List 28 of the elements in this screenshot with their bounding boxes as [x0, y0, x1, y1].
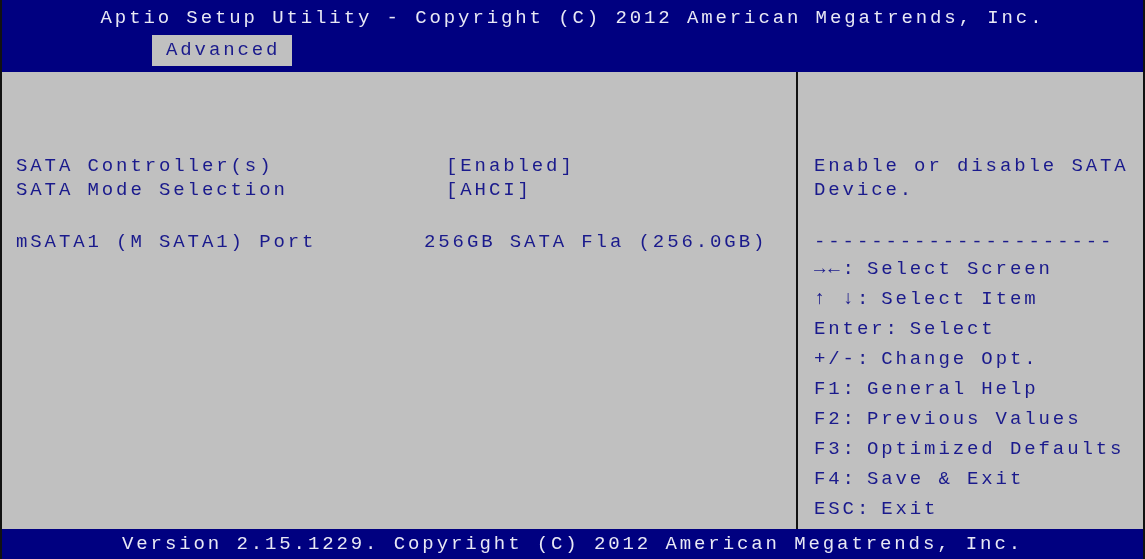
key-action: Save & Exit — [866, 467, 1025, 492]
key-name: F4: — [814, 467, 857, 492]
key-action: General Help — [866, 377, 1039, 402]
key-name: ESC: — [814, 497, 872, 522]
menu-tab[interactable]: Advanced — [152, 35, 293, 66]
setting-label[interactable]: SATA Controller(s) — [16, 154, 446, 178]
key-action: Optimized Defaults — [866, 437, 1125, 462]
key-name: F1: — [814, 377, 857, 402]
key-name: ↑ ↓: — [814, 287, 872, 312]
help-text: Enable or disable SATA Device. — [814, 154, 1130, 202]
key-name: →←: — [814, 257, 857, 282]
key-name: F2: — [814, 407, 857, 432]
key-name: +/-: — [814, 347, 872, 372]
info-label: mSATA1 (M SATA1) Port — [16, 230, 318, 254]
key-action: Exit — [881, 497, 939, 522]
setting-value[interactable]: [Enabled] — [446, 154, 575, 178]
key-action: Select — [909, 317, 996, 342]
window-title: Aptio Setup Utility - Copyright (C) 2012 American Megatrends, Inc. — [100, 7, 1045, 31]
info-value: 256GB SATA Fla (256.0GB) — [424, 230, 768, 254]
key-action: Select Item — [881, 287, 1039, 312]
help-separator: --------------------- — [814, 230, 1116, 254]
key-action: Change Opt. — [881, 347, 1039, 372]
key-name: Enter: — [814, 317, 900, 342]
key-action: Select Screen — [866, 257, 1053, 282]
key-action: Previous Values — [866, 407, 1082, 432]
setting-label[interactable]: SATA Mode Selection — [16, 178, 446, 202]
setting-value[interactable]: [AHCI] — [446, 178, 532, 202]
key-name: F3: — [814, 437, 857, 462]
